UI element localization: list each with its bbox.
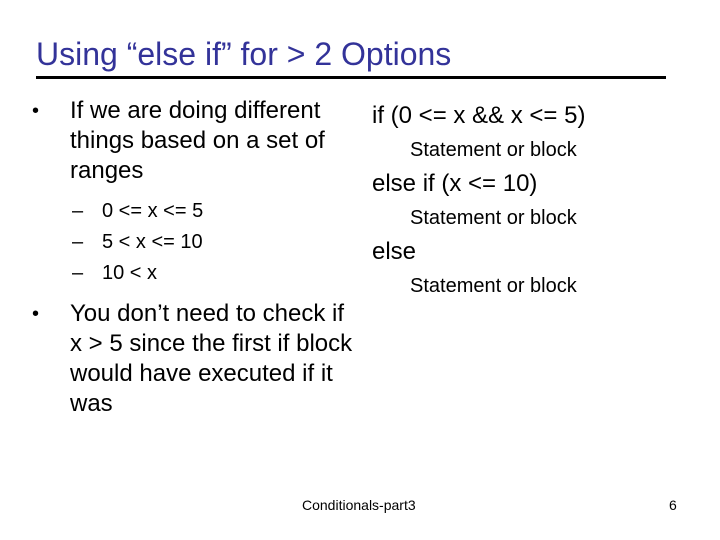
code-statement: Statement or block xyxy=(410,275,577,297)
slide-title: Using “else if” for > 2 Options xyxy=(36,36,452,72)
footer-title: Conditionals-part3 xyxy=(302,497,416,513)
sub-item-text: 10 < x xyxy=(102,262,158,284)
code-statement: Statement or block xyxy=(410,139,577,161)
sub-item: – 10 < x xyxy=(28,258,358,289)
bullet-text: If we are doing different things based o… xyxy=(70,97,325,184)
code-example: if (0 <= x && x <= 5) Statement or block… xyxy=(372,98,692,302)
sub-item-text: 5 < x <= 10 xyxy=(102,231,203,253)
bullet-item: • You don’t need to check if x > 5 since… xyxy=(28,299,358,419)
bullet-dot-icon: • xyxy=(32,303,40,325)
code-condition: if (0 <= x && x <= 5) xyxy=(372,102,586,129)
bullet-text: You don’t need to check if x > 5 since t… xyxy=(70,300,353,417)
code-statement: Statement or block xyxy=(410,207,577,229)
page-number: 6 xyxy=(669,497,677,513)
sub-list: – 0 <= x <= 5 – 5 < x <= 10 – 10 < x xyxy=(28,196,358,289)
bullet-item: • If we are doing different things based… xyxy=(28,96,358,186)
code-condition: else xyxy=(372,238,417,265)
sub-item: – 5 < x <= 10 xyxy=(28,227,358,258)
dash-icon: – xyxy=(72,200,84,222)
code-condition: else if (x <= 10) xyxy=(372,170,538,197)
sub-item: – 0 <= x <= 5 xyxy=(28,196,358,227)
dash-icon: – xyxy=(72,262,84,284)
bullet-dot-icon: • xyxy=(32,100,40,122)
sub-item-text: 0 <= x <= 5 xyxy=(102,200,204,222)
title-underline xyxy=(36,76,666,79)
dash-icon: – xyxy=(72,231,84,253)
left-column: • If we are doing different things based… xyxy=(28,96,358,419)
